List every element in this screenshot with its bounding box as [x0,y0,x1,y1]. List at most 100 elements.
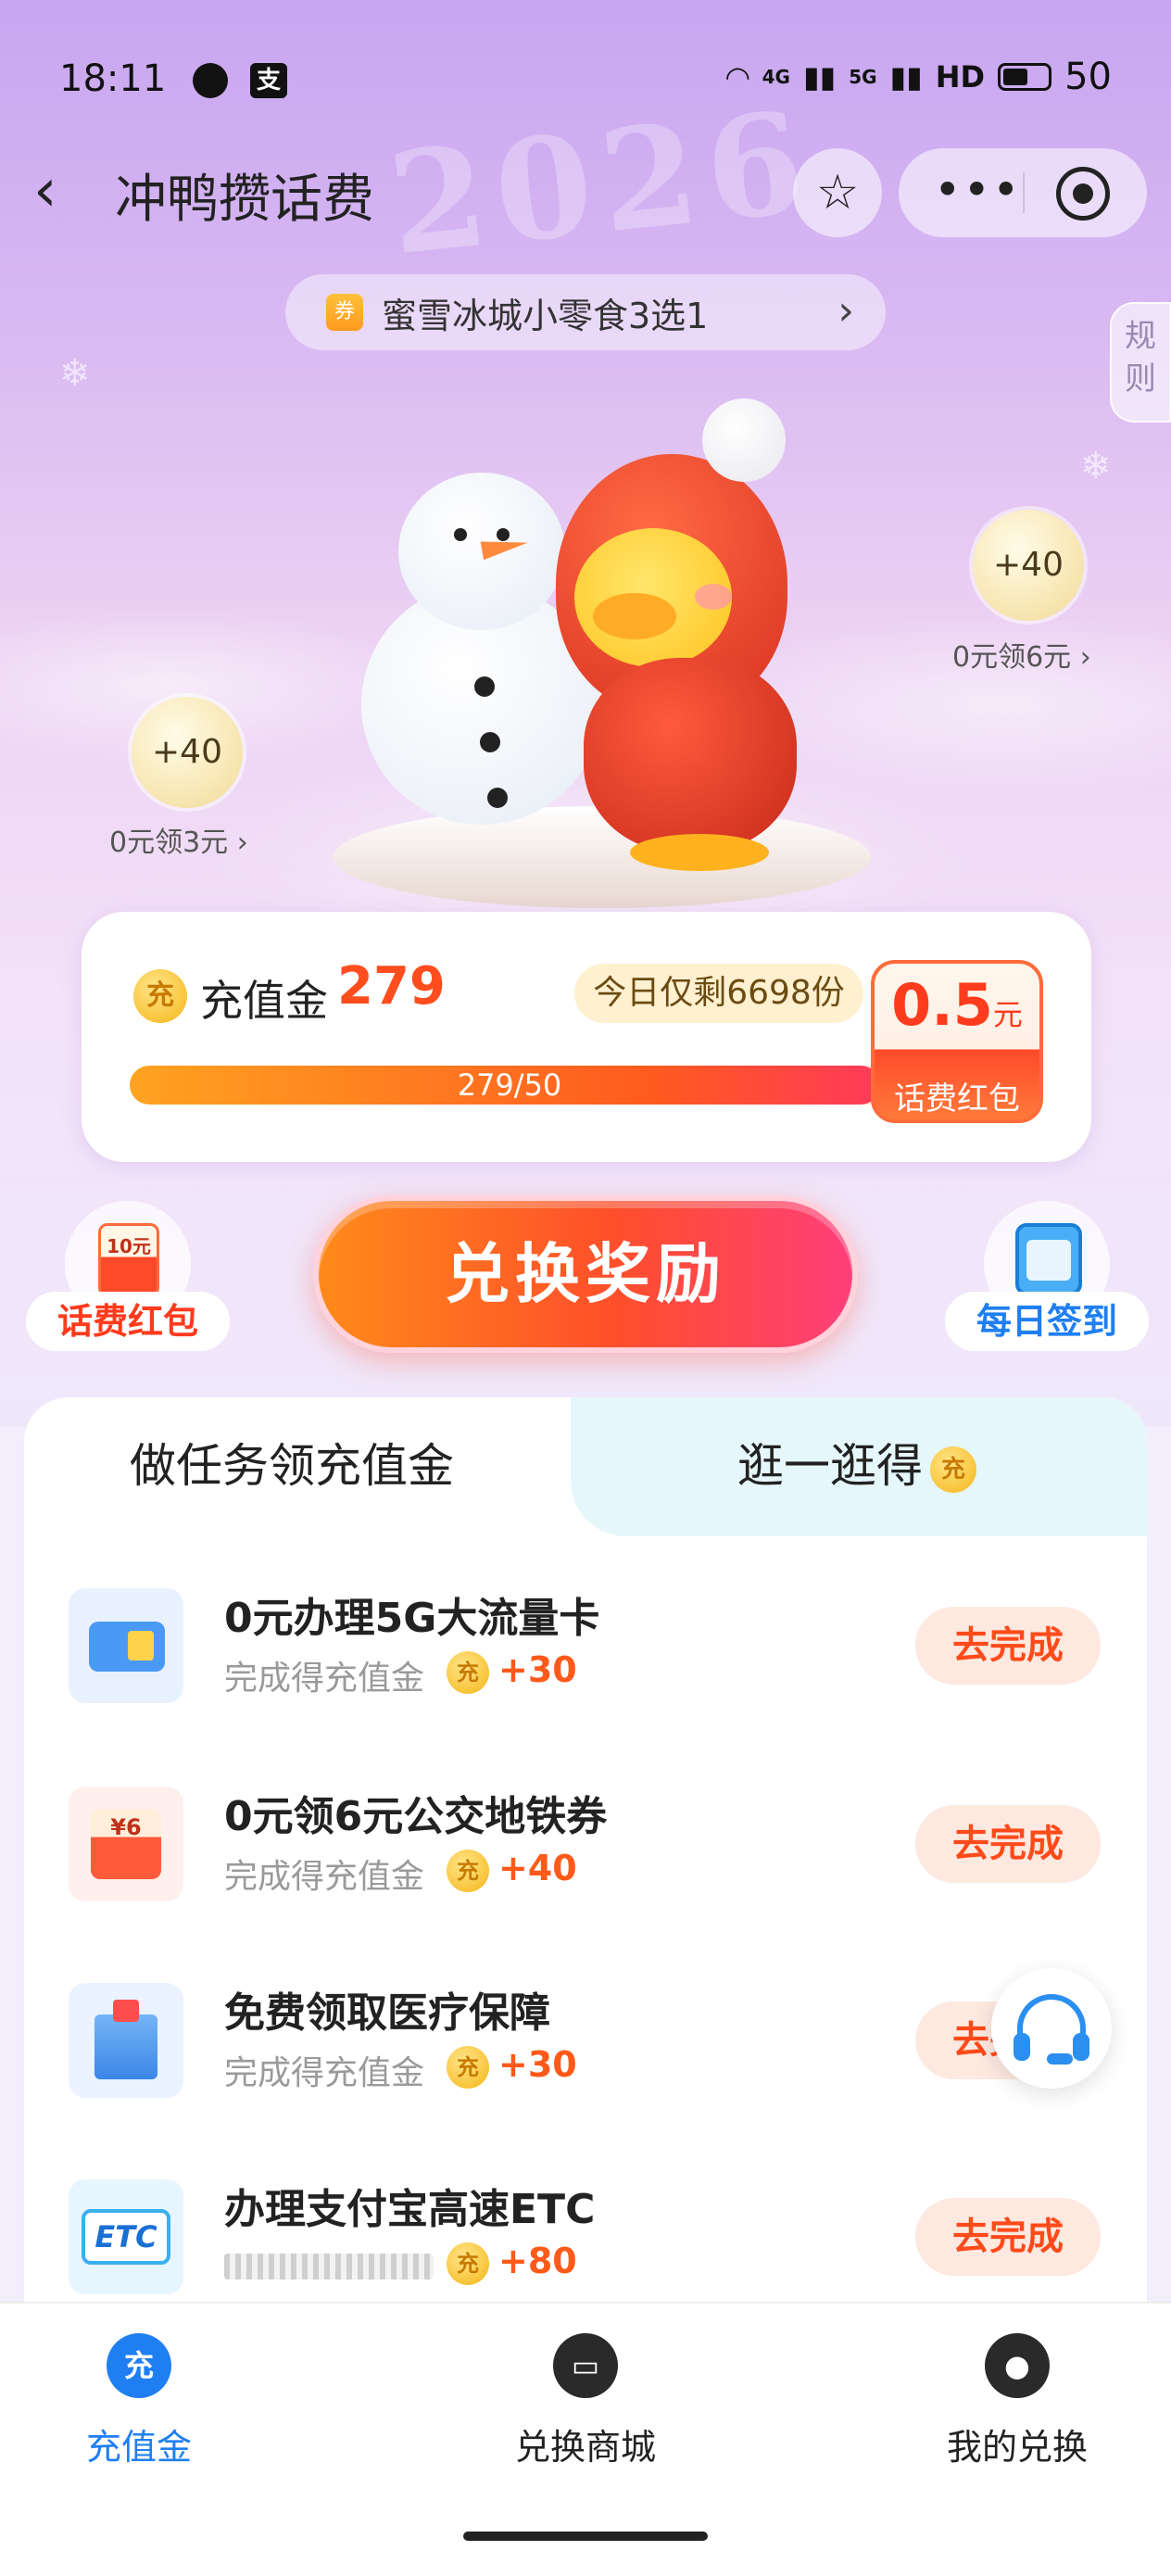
duck-snowman-illustration [324,398,880,917]
hd-label: HD [935,59,986,95]
complete-task-button[interactable]: 去完成 [915,2198,1101,2276]
red-packet-icon [69,1787,183,1901]
capsule-divider [1023,172,1025,213]
coin-icon: 充 [930,1446,976,1493]
customer-service-button[interactable] [991,1968,1112,2089]
redeem-rewards-button[interactable]: 兑换奖励 [313,1195,858,1353]
duck-beak [593,593,676,639]
task-reward: 充 +40 [447,1848,577,1892]
star-icon: ☆ [815,165,860,221]
redpacket-value: 0.5 [891,971,993,1039]
signal-icon: ▮▮ [889,59,923,95]
phone-bill-redpacket-label: 话费红包 [26,1292,230,1351]
headset-icon [1014,1994,1089,2061]
task-subtitle: 完成得充值金 [224,2054,425,2092]
rules-tab[interactable]: 规则 [1110,302,1171,423]
mini-app-capsule: ••• [899,148,1147,237]
task-reward-value: +30 [498,2044,577,2085]
snowflake-icon: ❄ [1080,445,1112,487]
recharge-coin-icon: 充 [107,2333,171,2398]
coin-bubble-left[interactable]: +40 [132,697,243,808]
hood-pompom [702,398,786,482]
more-icon[interactable]: ••• [934,163,1021,217]
title-bar: ‹ 冲鸭攒话费 ☆ ••• [0,148,1171,241]
snow-base [334,806,871,908]
task-subtitle: 完成得充值金 [224,1660,425,1698]
task-subtitle-blurred [224,2254,434,2279]
sim-card-icon [69,1588,183,1703]
task-row: 0元办理5G大流量卡 完成得充值金 充 +30 去完成 [24,1579,1147,1764]
etc-icon-label: ETC [82,2209,170,2265]
headset-mic [1047,2053,1073,2065]
status-bar: 18:11 支 ◠ 4G ▮▮ 5G ▮▮ HD 50 [0,52,1171,107]
coin-bubble-right[interactable]: +40 [973,510,1084,621]
snowman-eye [454,528,467,541]
battery-level: 50 [1064,56,1112,98]
promo-banner[interactable]: 券 蜜雪冰城小零食3选1 › [285,274,886,350]
etc-icon: ETC [69,2179,183,2294]
page-title: 冲鸭攒话费 [115,170,374,230]
recharge-card: 充 充值金 279 今日仅剩6698份 279/50 0.5元 话费红包 [82,912,1091,1162]
tab-browse[interactable]: 逛一逛得充 [737,1429,976,1496]
nav-recharge[interactable]: 充 充值金 [28,2333,250,2469]
battery-icon [998,63,1052,91]
daily-checkin-label: 每日签到 [945,1292,1149,1351]
task-row: 免费领取医疗保障 完成得充值金 充+30 去完成 [24,1974,1147,2159]
task-row: 0元领6元公交地铁券 完成得充值金 充+40 去完成 [24,1777,1147,1963]
recharge-amount: 279 [337,956,446,1017]
alipay-notification-icon: 支 [250,63,287,98]
back-icon[interactable]: ‹ [33,161,89,221]
nav-recharge-label: 充值金 [85,2427,192,2468]
complete-task-button[interactable]: 去完成 [915,1607,1101,1685]
coin-icon: 充 [133,969,187,1023]
redpacket-value-wrap: 0.5元 [875,971,1039,1039]
task-reward-value: +80 [498,2241,577,2281]
progress-bar: 279/50 [130,1066,963,1105]
duck-feet [630,834,769,871]
calendar-icon [1015,1223,1082,1295]
coin-icon: 充 [447,2241,489,2285]
favorite-button[interactable]: ☆ [793,148,882,237]
coin-bubble-right-caption[interactable]: 0元领6元 › [952,634,1091,675]
redpacket-caption: 话费红包 [894,1080,1020,1118]
store-icon: ▭ [553,2333,618,2398]
task-name: 免费领取医疗保障 [224,1989,550,2037]
snowman-button [480,732,500,752]
phone-bill-redpacket-button[interactable]: 10元 话费红包 [26,1201,230,1358]
nav-my-exchange[interactable]: ● 我的兑换 [906,2333,1128,2469]
task-reward: 充 +30 [447,1649,577,1694]
snowflake-icon: ❄ [59,352,91,395]
network-5g-label: 5G [849,66,877,88]
complete-task-button[interactable]: 去完成 [915,1805,1101,1883]
coin-icon: 充 [447,1650,489,1694]
nav-my-exchange-label: 我的兑换 [946,2427,1088,2468]
close-miniapp-icon[interactable] [1056,167,1110,221]
coin-icon: 充 [447,2045,489,2089]
redpacket-reward[interactable]: 0.5元 话费红包 [871,960,1043,1123]
tab-tasks[interactable]: 做任务领充值金 [130,1429,454,1496]
duck-cheek [695,584,732,610]
task-subtitle: 完成得充值金 [224,1858,425,1896]
notification-dot-icon [193,63,228,98]
user-icon: ● [985,2333,1050,2398]
remaining-badge: 今日仅剩6698份 [574,964,863,1023]
recharge-label: 充值金 [200,976,328,1026]
coupon-icon: 券 [326,294,363,331]
nav-exchange-mall[interactable]: ▭ 兑换商城 [474,2333,697,2469]
status-indicators: ◠ 4G ▮▮ 5G ▮▮ HD 50 [726,56,1112,98]
task-reward: 充 +30 [447,2044,577,2089]
task-panel: 做任务领充值金 逛一逛得充 0元办理5G大流量卡 完成得充值金 充 +30 去完成… [24,1397,1147,2417]
task-reward: 充 +80 [447,2241,577,2285]
hospital-icon [69,1983,183,2098]
coin-icon: 充 [447,1849,489,1892]
chevron-right-icon: › [837,287,854,335]
task-tabs: 做任务领充值金 逛一逛得充 [24,1397,1147,1536]
signal-icon: ▮▮ [802,59,837,95]
progress-text: 279/50 [457,1067,562,1103]
daily-checkin-button[interactable]: 每日签到 [945,1201,1149,1358]
snowman-button [487,788,508,808]
promo-text: 蜜雪冰城小零食3选1 [382,295,709,336]
coin-bubble-left-caption[interactable]: 0元领3元 › [109,819,248,860]
wifi-icon: ◠ [726,59,749,95]
snowman-button [474,676,495,697]
